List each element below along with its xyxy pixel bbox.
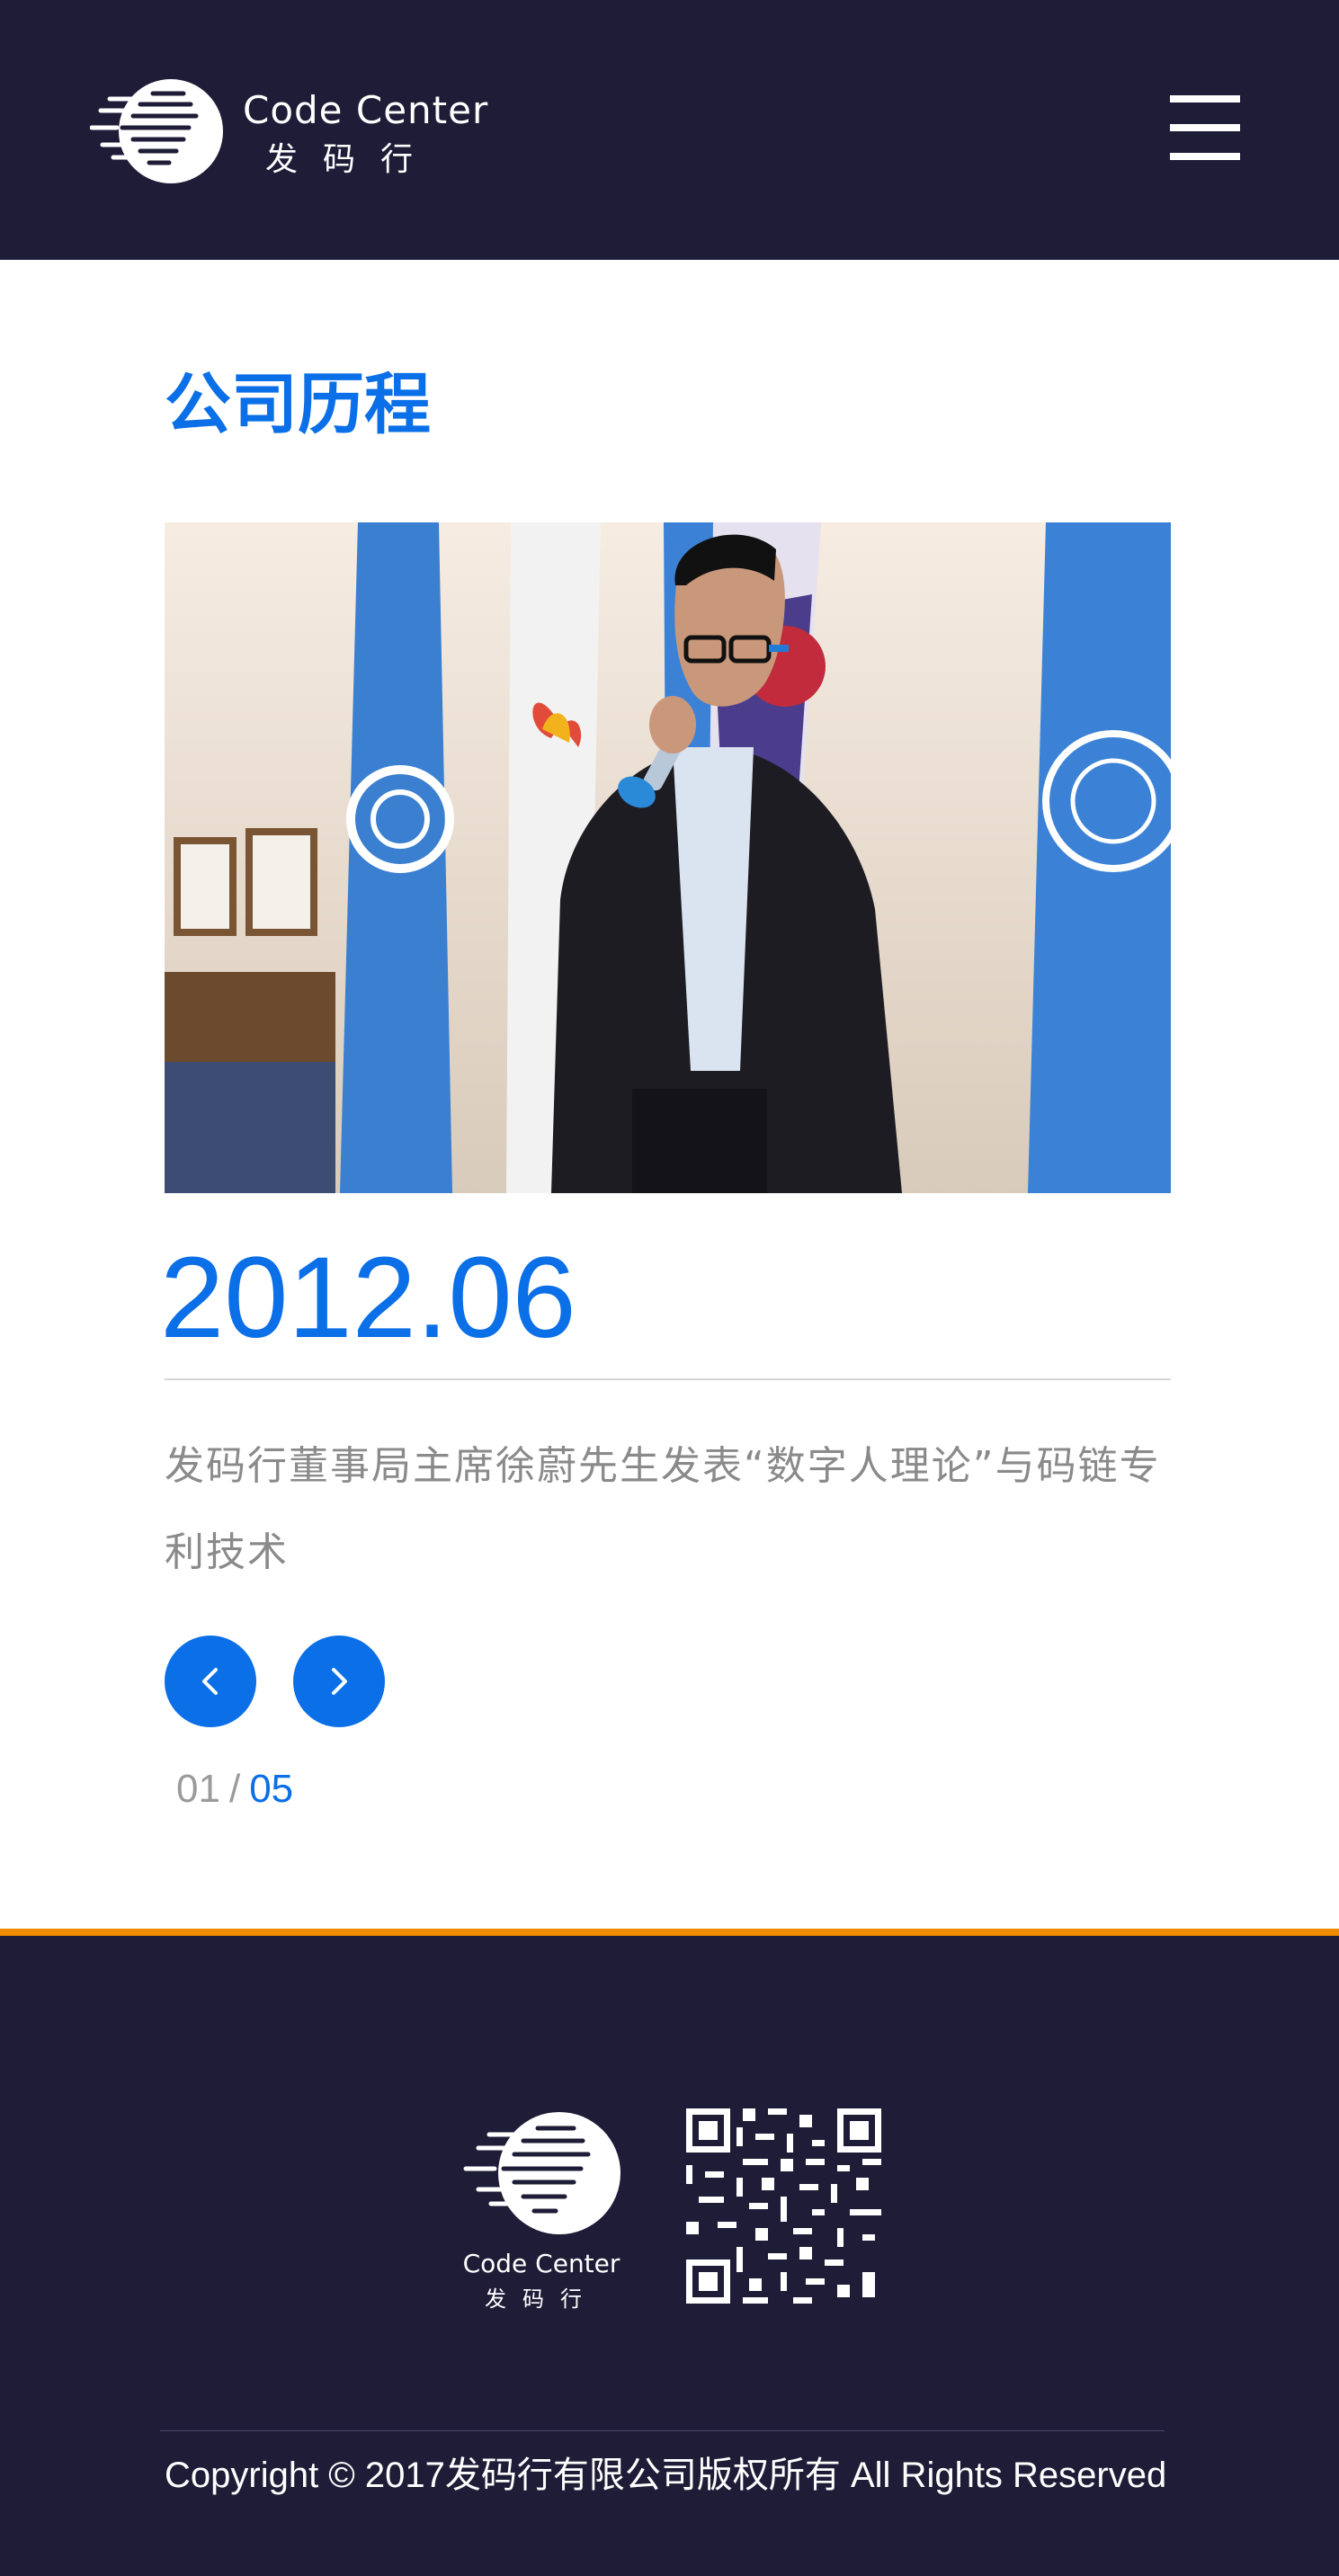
footer-logo-name-en: Code Center [462,2249,620,2278]
section-title: 公司历程 [165,366,431,443]
footer-logo[interactable]: Code Center 发码行 [460,2108,622,2312]
qr-code-icon [686,2108,881,2304]
chevron-left-icon [202,1668,218,1695]
logo-name-cn: 发码行 [265,141,439,178]
pager-separator: / [228,1767,241,1811]
hamburger-menu-icon[interactable] [1165,92,1245,164]
logo-mark-icon [90,79,223,183]
pager-current: 01 [176,1767,220,1811]
prev-button[interactable] [165,1636,256,1727]
pager-total: 05 [249,1767,294,1811]
next-button[interactable] [293,1636,385,1727]
photo-illustration [165,522,1171,1193]
footer-logo-name-cn: 发码行 [485,2286,598,2312]
footer-divider [160,2430,1165,2431]
menu-bar [1170,124,1240,131]
chevron-right-icon [332,1668,347,1695]
site-logo[interactable]: Code Center 发码行 [90,77,487,185]
milestone-photo [165,522,1171,1193]
milestone-description: 发码行董事局主席徐蔚先生发表“数字人理论”与码链专利技术 [165,1443,1161,1575]
logo-name-en: Code Center [243,88,489,132]
divider [165,1378,1171,1380]
menu-bar [1170,153,1240,160]
milestone-date: 2012.06 [160,1234,576,1362]
menu-bar [1170,95,1240,103]
site-header: Code Center 发码行 [0,0,1339,260]
footer-logo-mark-icon [463,2112,620,2234]
copyright-text: Copyright © 2017发码行有限公司版权所有 All Rights R… [165,2456,1167,2495]
slide-pager: 01/05 [176,1767,293,1812]
